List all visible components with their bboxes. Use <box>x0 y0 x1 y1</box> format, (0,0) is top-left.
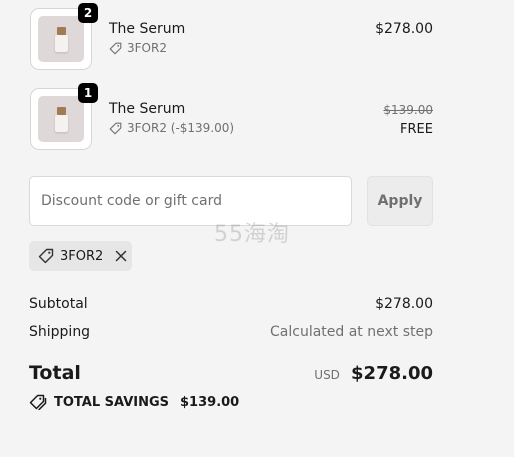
discount-code-input[interactable] <box>29 176 352 226</box>
original-price: $139.00 <box>383 103 433 117</box>
shipping-value: Calculated at next step <box>270 324 433 340</box>
tags-icon <box>29 394 47 410</box>
subtotal-value: $278.00 <box>375 296 433 312</box>
product-name: The Serum <box>109 21 186 37</box>
total-savings: TOTAL SAVINGS $139.00 <box>29 394 239 410</box>
serum-bottle-icon <box>38 16 84 62</box>
total-amount: $278.00 <box>351 363 433 384</box>
quantity-badge: 1 <box>78 83 98 103</box>
apply-button[interactable]: Apply <box>367 176 433 226</box>
savings-label: TOTAL SAVINGS <box>54 394 170 410</box>
tag-icon <box>109 42 122 54</box>
total-row: Total USD $278.00 <box>29 362 433 384</box>
subtotal-label: Subtotal <box>29 296 88 312</box>
cart-item: 2 The Serum 3FOR2 $278.00 <box>30 3 433 72</box>
applied-code-label: 3FOR2 <box>60 248 104 264</box>
cart-item: 1 The Serum 3FOR2 (-$139.00) $139.00 FRE… <box>30 83 433 152</box>
quantity-badge: 2 <box>78 3 98 23</box>
product-discount: 3FOR2 (-$139.00) <box>109 121 234 135</box>
close-icon[interactable] <box>115 250 127 262</box>
discount-code-label: 3FOR2 <box>127 41 167 55</box>
savings-value: $139.00 <box>180 394 240 410</box>
tag-icon <box>38 248 54 264</box>
product-discount: 3FOR2 <box>109 41 167 55</box>
product-name: The Serum <box>109 101 186 117</box>
subtotal-row: Subtotal $278.00 <box>29 296 433 312</box>
product-price: $278.00 <box>375 21 433 37</box>
shipping-label: Shipping <box>29 324 91 340</box>
shipping-row: Shipping Calculated at next step <box>29 324 433 340</box>
serum-bottle-icon <box>38 96 84 142</box>
watermark: 55海淘 <box>214 222 290 247</box>
discount-code-label: 3FOR2 (-$139.00) <box>127 121 235 135</box>
tag-icon <box>109 122 122 134</box>
product-price: FREE <box>400 122 433 137</box>
applied-discount-chip: 3FOR2 <box>29 241 132 271</box>
currency-code: USD <box>314 368 340 382</box>
total-label: Total <box>29 362 81 384</box>
